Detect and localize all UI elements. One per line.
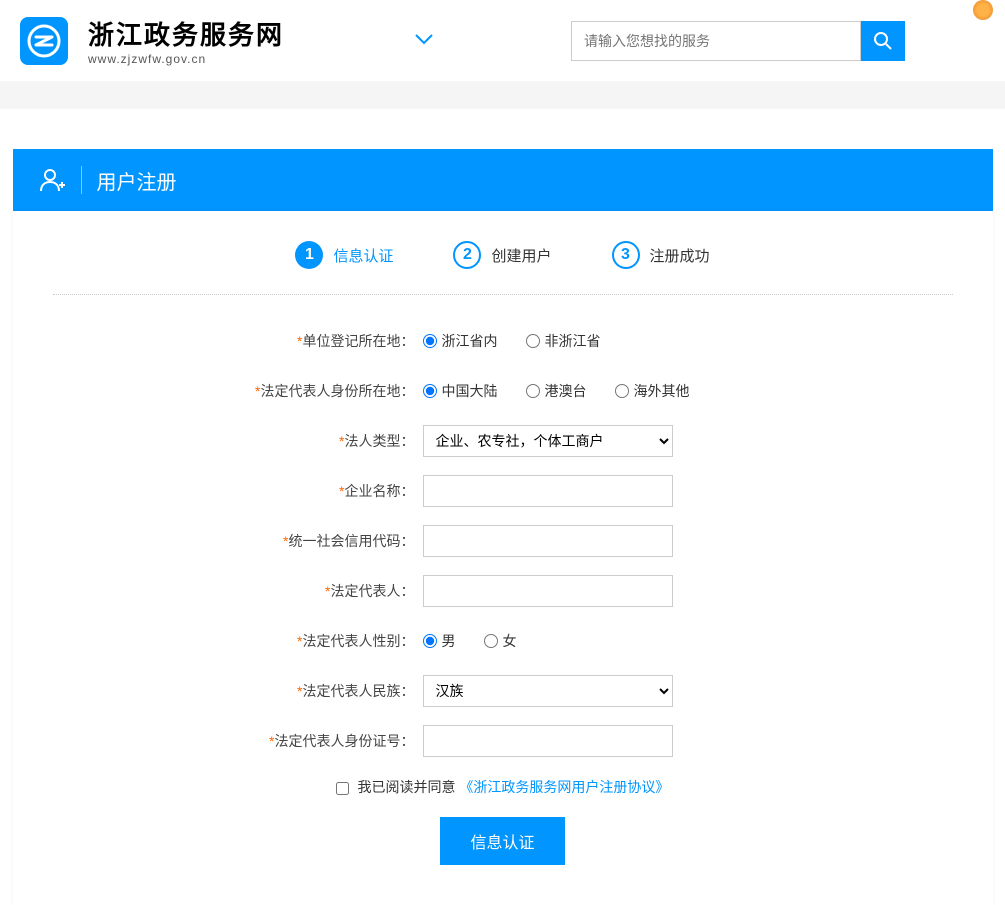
- divider: [81, 166, 82, 194]
- step-1: 1 信息认证: [295, 241, 393, 269]
- agreement-text: 我已阅读并同意: [358, 779, 456, 795]
- page-title: 用户注册: [97, 166, 177, 195]
- submit-button[interactable]: 信息认证: [440, 817, 564, 865]
- step-3: 3 注册成功: [612, 241, 710, 269]
- separator-bar: [0, 81, 1005, 109]
- divider-dotted: [53, 294, 953, 295]
- site-logo-text: 浙江政务服务网 www.zjzwfw.gov.cn: [88, 15, 284, 66]
- select-ethnicity[interactable]: 汉族: [423, 675, 673, 707]
- input-rep-name[interactable]: [423, 575, 673, 607]
- step-label: 信息认证: [333, 245, 393, 266]
- site-title: 浙江政务服务网: [88, 15, 284, 52]
- agreement-row: 我已阅读并同意 《浙江政务服务网用户注册协议》: [53, 777, 953, 797]
- step-num: 1: [295, 241, 323, 269]
- label-location: *单位登记所在地：: [53, 331, 423, 351]
- radio-overseas[interactable]: 海外其他: [615, 381, 690, 401]
- step-num: 3: [612, 241, 640, 269]
- label-legal-type: *法人类型：: [53, 431, 423, 451]
- search-bar: [571, 21, 905, 61]
- site-url: www.zjzwfw.gov.cn: [88, 52, 284, 66]
- site-header: 浙江政务服务网 www.zjzwfw.gov.cn: [0, 0, 1005, 81]
- radio-female[interactable]: 女: [484, 631, 517, 651]
- search-input[interactable]: [571, 21, 861, 61]
- radio-non-zhejiang[interactable]: 非浙江省: [526, 331, 601, 351]
- search-icon: [873, 31, 893, 51]
- input-company-name[interactable]: [423, 475, 673, 507]
- radio-group-location: 浙江省内 非浙江省: [423, 331, 601, 351]
- notification-icon[interactable]: [973, 0, 993, 20]
- agreement-checkbox[interactable]: [336, 782, 349, 795]
- step-indicator: 1 信息认证 2 创建用户 3 注册成功: [53, 241, 953, 269]
- label-id-number: *法定代表人身份证号：: [53, 731, 423, 751]
- radio-male[interactable]: 男: [423, 631, 456, 651]
- label-ethnicity: *法定代表人民族：: [53, 681, 423, 701]
- label-company-name: *企业名称：: [53, 481, 423, 501]
- agreement-link[interactable]: 《浙江政务服务网用户注册协议》: [459, 779, 669, 795]
- search-button[interactable]: [861, 21, 905, 61]
- step-2: 2 创建用户: [453, 241, 551, 269]
- chevron-down-icon[interactable]: [414, 32, 434, 50]
- radio-zhejiang[interactable]: 浙江省内: [423, 331, 498, 351]
- label-rep-name: *法定代表人：: [53, 581, 423, 601]
- user-add-icon: [38, 166, 66, 194]
- label-id-location: *法定代表人身份所在地：: [53, 381, 423, 401]
- page-banner: 用户注册: [13, 149, 993, 211]
- input-credit-code[interactable]: [423, 525, 673, 557]
- site-logo-icon: [20, 17, 68, 65]
- step-num: 2: [453, 241, 481, 269]
- label-gender: *法定代表人性别：: [53, 631, 423, 651]
- radio-group-id-location: 中国大陆 港澳台 海外其他: [423, 381, 690, 401]
- step-label: 注册成功: [650, 245, 710, 266]
- radio-mainland[interactable]: 中国大陆: [423, 381, 498, 401]
- label-credit-code: *统一社会信用代码：: [53, 531, 423, 551]
- radio-group-gender: 男 女: [423, 631, 517, 651]
- radio-hkmotw[interactable]: 港澳台: [526, 381, 587, 401]
- step-label: 创建用户: [491, 245, 551, 266]
- select-legal-type[interactable]: 企业、农专社，个体工商户: [423, 425, 673, 457]
